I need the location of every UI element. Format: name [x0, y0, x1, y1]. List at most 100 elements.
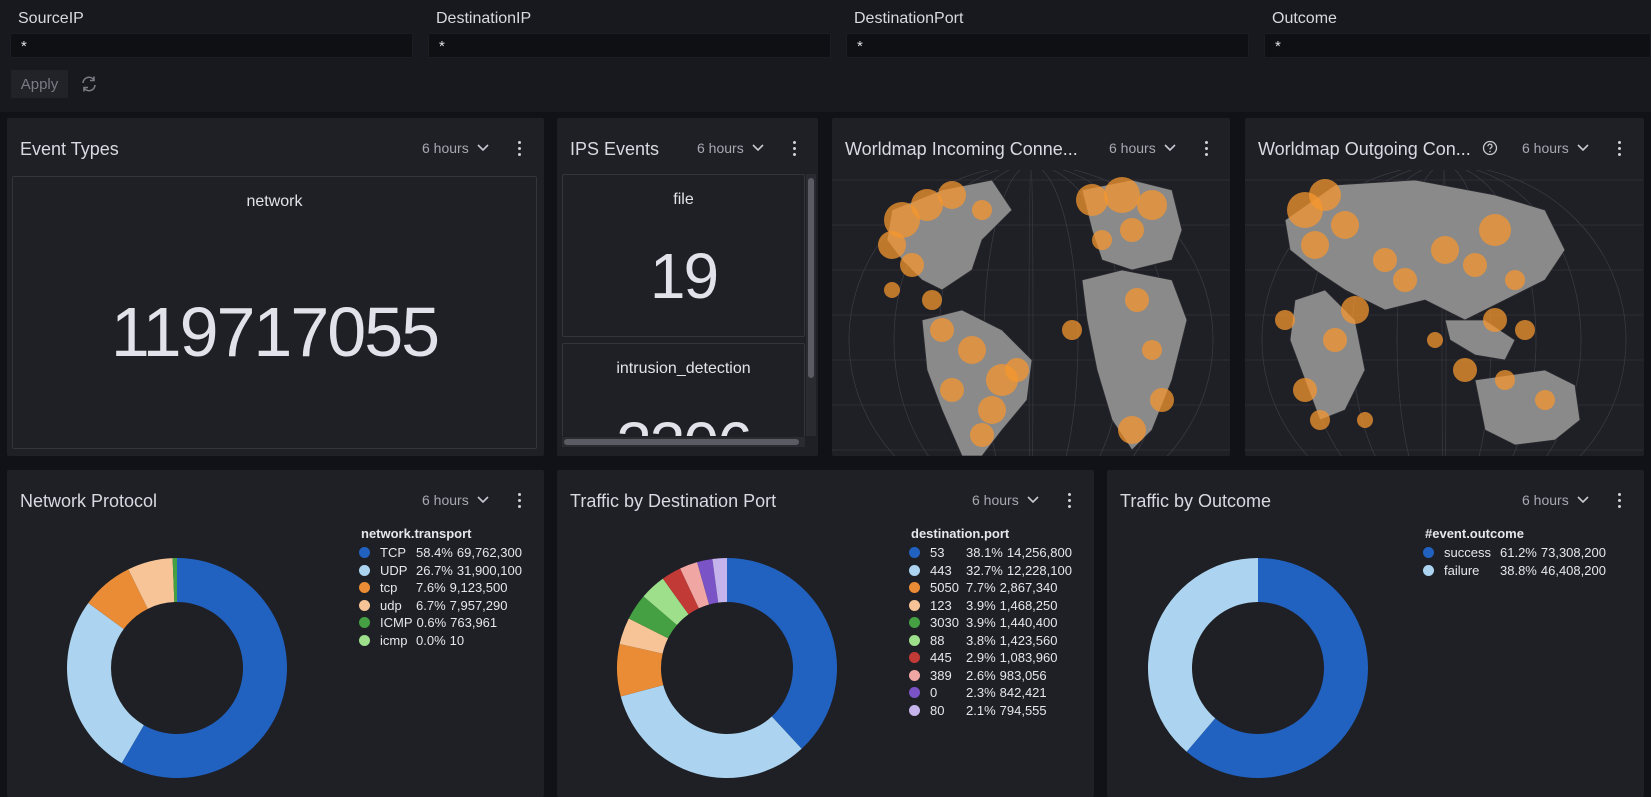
connection-marker[interactable] [930, 318, 954, 342]
kebab-menu-icon[interactable] [512, 489, 526, 511]
donut-slice-failure[interactable] [1148, 558, 1258, 752]
legend-item[interactable]: 123 3.9% 1,468,250 [909, 598, 1057, 613]
connection-marker[interactable] [1137, 190, 1167, 220]
connection-marker[interactable] [1535, 390, 1555, 410]
connection-marker[interactable] [1479, 214, 1511, 246]
connection-marker[interactable] [1104, 177, 1140, 213]
destination-port-donut-chart[interactable] [557, 470, 897, 797]
connection-marker[interactable] [1515, 320, 1535, 340]
legend-value: 31,900,100 [456, 562, 522, 578]
time-range-picker[interactable]: 6 hours [1522, 492, 1589, 508]
time-range-picker[interactable]: 6 hours [697, 140, 764, 156]
kebab-menu-icon[interactable] [512, 137, 526, 159]
legend-item[interactable]: 53 38.1% 14,256,800 [909, 545, 1072, 560]
legend-color-swatch [359, 564, 370, 576]
legend-item[interactable]: failure 38.8% 46,408,200 [1423, 563, 1606, 578]
time-range-picker[interactable]: 6 hours [1522, 140, 1589, 156]
legend-name: 88 [930, 632, 945, 648]
kebab-menu-icon[interactable] [787, 137, 801, 159]
legend-item[interactable]: UDP 26.7% 31,900,100 [359, 563, 522, 578]
legend-item[interactable]: tcp 7.6% 9,123,500 [359, 580, 507, 595]
legend-item[interactable]: TCP 58.4% 69,762,300 [359, 545, 522, 560]
connection-marker[interactable] [1463, 253, 1487, 277]
kebab-menu-icon[interactable] [1199, 137, 1213, 159]
outcome-donut-chart[interactable] [1107, 470, 1427, 797]
legend-item[interactable]: 5050 7.7% 2,867,340 [909, 580, 1057, 595]
network-protocol-donut-chart[interactable] [7, 470, 347, 797]
connection-marker[interactable] [900, 253, 924, 277]
refresh-icon[interactable] [78, 73, 100, 95]
legend-color-swatch [909, 669, 920, 681]
destinationip-input[interactable]: * [428, 33, 831, 58]
connection-marker[interactable] [1427, 332, 1443, 348]
world-map-globe[interactable] [832, 170, 1230, 456]
legend-item[interactable]: 88 3.8% 1,423,560 [909, 633, 1057, 648]
legend-item[interactable]: 80 2.1% 794,555 [909, 703, 1047, 718]
connection-marker[interactable] [1373, 248, 1397, 272]
legend-item[interactable]: icmp 0.0% 10 [359, 633, 464, 648]
connection-marker[interactable] [1310, 410, 1330, 430]
connection-marker[interactable] [978, 396, 1006, 424]
connection-marker[interactable] [1092, 230, 1112, 250]
connection-marker[interactable] [1393, 268, 1417, 292]
connection-marker[interactable] [1453, 358, 1477, 382]
connection-marker[interactable] [922, 290, 942, 310]
connection-marker[interactable] [878, 231, 906, 259]
kebab-menu-icon[interactable] [1062, 489, 1076, 511]
legend-percent: 2.3% [966, 685, 996, 700]
connection-marker[interactable] [1005, 358, 1029, 382]
connection-marker[interactable] [1076, 184, 1108, 216]
legend-item[interactable]: ICMP 0.6% 763,961 [359, 615, 497, 630]
connection-marker[interactable] [1118, 416, 1146, 444]
destinationport-input[interactable]: * [846, 33, 1249, 58]
connection-marker[interactable] [1275, 310, 1295, 330]
time-range-picker[interactable]: 6 hours [1109, 140, 1176, 156]
legend-item[interactable]: 0 2.3% 842,421 [909, 685, 1047, 700]
legend-item[interactable]: 443 32.7% 12,228,100 [909, 563, 1072, 578]
outcome-input[interactable]: * [1264, 33, 1651, 58]
connection-marker[interactable] [958, 336, 986, 364]
connection-marker[interactable] [884, 282, 900, 298]
connection-marker[interactable] [938, 181, 966, 209]
apply-button[interactable]: Apply [11, 70, 68, 98]
help-circle-icon[interactable] [1482, 140, 1498, 156]
connection-marker[interactable] [1495, 370, 1515, 390]
time-range-picker[interactable]: 6 hours [422, 140, 489, 156]
connection-marker[interactable] [970, 423, 994, 447]
connection-marker[interactable] [1301, 231, 1329, 259]
stat-list[interactable]: file 19 intrusion_detection 3306 [562, 174, 805, 436]
connection-marker[interactable] [1331, 211, 1359, 239]
donut-slice-53[interactable] [727, 558, 837, 749]
connection-marker[interactable] [1142, 340, 1162, 360]
connection-marker[interactable] [1062, 320, 1082, 340]
time-range-picker[interactable]: 6 hours [972, 492, 1039, 508]
connection-marker[interactable] [1341, 296, 1369, 324]
connection-marker[interactable] [1431, 236, 1459, 264]
connection-marker[interactable] [972, 200, 992, 220]
connection-marker[interactable] [1125, 288, 1149, 312]
legend-item[interactable]: 3030 3.9% 1,440,400 [909, 615, 1057, 630]
connection-marker[interactable] [940, 378, 964, 402]
time-range-picker[interactable]: 6 hours [422, 492, 489, 508]
connection-marker[interactable] [1357, 412, 1373, 428]
kebab-menu-icon[interactable] [1612, 137, 1626, 159]
sourceip-input[interactable]: * [10, 33, 413, 58]
connection-marker[interactable] [1150, 388, 1174, 412]
vertical-scrollbar[interactable] [806, 174, 816, 436]
kebab-menu-icon[interactable] [1612, 489, 1626, 511]
connection-marker[interactable] [1293, 378, 1317, 402]
connection-marker[interactable] [1120, 218, 1144, 242]
legend-item[interactable]: 445 2.9% 1,083,960 [909, 650, 1057, 665]
legend-item[interactable]: 389 2.6% 983,056 [909, 668, 1047, 683]
horizontal-scrollbar[interactable] [562, 437, 805, 447]
legend-item[interactable]: udp 6.7% 7,957,290 [359, 598, 507, 613]
donut-slice-443[interactable] [620, 685, 802, 778]
chevron-down-icon [1577, 144, 1589, 152]
connection-marker[interactable] [1505, 270, 1525, 290]
donut-slice-UDP[interactable] [66, 602, 144, 764]
connection-marker[interactable] [1323, 328, 1347, 352]
world-map-globe[interactable] [1245, 170, 1644, 456]
connection-marker[interactable] [1309, 179, 1341, 211]
connection-marker[interactable] [1483, 308, 1507, 332]
legend-item[interactable]: success 61.2% 73,308,200 [1423, 545, 1606, 560]
